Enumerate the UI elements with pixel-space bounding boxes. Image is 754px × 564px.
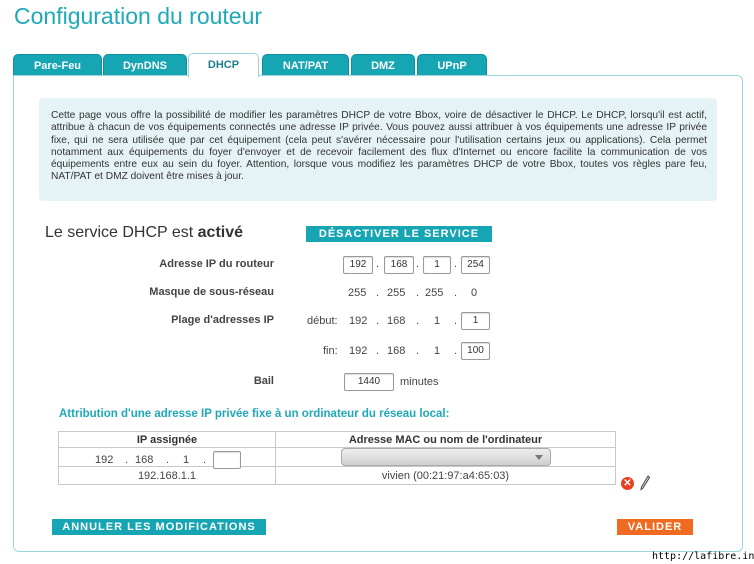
new-ip-octet-3: 1 [183, 454, 190, 466]
new-ip-octet-4-input[interactable] [213, 451, 241, 469]
dot-separator: . [454, 315, 458, 327]
dot-separator: . [416, 287, 420, 299]
assigned-ip-cell: 192.168.1.1 [58, 466, 276, 485]
column-header-mac: Adresse MAC ou nom de l'ordinateur [275, 431, 616, 448]
dot-separator: . [203, 454, 207, 466]
cancel-changes-button[interactable]: ANNULER LES MODIFICATIONS [52, 519, 266, 535]
dot-separator: . [454, 258, 458, 270]
subnet-mask-octet-4: 0 [471, 287, 478, 299]
service-status: Le service DHCP est activé [45, 224, 243, 242]
static-assignment-table: IP assignée Adresse MAC ou nom de l'ordi… [58, 431, 616, 485]
dot-separator: . [166, 454, 170, 466]
lease-input[interactable]: 1440 [344, 373, 394, 391]
dot-separator: . [125, 454, 129, 466]
tab-dyndns[interactable]: DynDNS [103, 54, 187, 76]
new-ip-octet-1: 192 [95, 454, 114, 466]
mac-address-cell: vivien (00:21:97:a4:65:03) [275, 466, 616, 485]
new-assignment-row: 192 . 168 . 1 . [58, 447, 616, 469]
page-title: Configuration du routeur [14, 3, 263, 29]
subnet-mask-label: Masque de sous-réseau [149, 286, 274, 298]
delete-icon[interactable]: ✕ [621, 477, 634, 490]
range-end-octet-4-input[interactable]: 100 [461, 342, 490, 360]
range-start-octet-1: 192 [349, 315, 368, 327]
range-end-octet-2: 168 [387, 345, 406, 357]
range-start-label: début: [307, 315, 338, 327]
dot-separator: . [376, 345, 380, 357]
tab-upnp[interactable]: UPnP [417, 54, 487, 76]
tab-dmz[interactable]: DMZ [351, 54, 415, 76]
range-end-label: fin: [323, 345, 338, 357]
new-ip-octet-2: 168 [135, 454, 154, 466]
tab-pare-feu[interactable]: Pare-Feu [13, 54, 102, 76]
table-header-row: IP assignée Adresse MAC ou nom de l'ordi… [58, 431, 616, 448]
service-status-value: activé [197, 224, 244, 241]
ip-range-label: Plage d'adresses IP [171, 314, 274, 326]
edit-pencil-icon[interactable] [640, 475, 650, 491]
router-ip-octet-1[interactable]: 192 [343, 256, 373, 274]
router-ip-octet-3[interactable]: 1 [423, 256, 451, 274]
dot-separator: . [416, 345, 420, 357]
table-row: 192.168.1.1 vivien (00:21:97:a4:65:03) [58, 466, 616, 485]
range-start-octet-4-input[interactable]: 1 [461, 312, 490, 330]
router-ip-octet-4[interactable]: 254 [461, 256, 490, 274]
range-end-octet-1: 192 [349, 345, 368, 357]
dot-separator: . [376, 315, 380, 327]
lease-unit: minutes [400, 376, 439, 388]
lease-label: Bail [253, 375, 274, 387]
subnet-mask-octet-3: 255 [425, 287, 444, 299]
disable-service-button[interactable]: DÉSACTIVER LE SERVICE [306, 226, 492, 242]
column-header-ip: IP assignée [58, 431, 276, 448]
mac-select-dropdown[interactable] [340, 448, 551, 466]
subnet-mask-octet-2: 255 [387, 287, 406, 299]
range-start-octet-3: 1 [434, 315, 441, 327]
router-ip-label: Adresse IP du routeur [159, 258, 274, 270]
dot-separator: . [454, 287, 458, 299]
dot-separator: . [376, 258, 380, 270]
range-start-octet-2: 168 [387, 315, 406, 327]
info-text: Cette page vous offre la possibilité de … [51, 110, 707, 183]
range-end-octet-3: 1 [434, 345, 441, 357]
dot-separator: . [416, 258, 420, 270]
service-status-prefix: Le service DHCP est [45, 224, 194, 241]
subnet-mask-octet-1: 255 [348, 287, 367, 299]
dot-separator: . [376, 287, 380, 299]
dot-separator: . [416, 315, 420, 327]
watermark-url: http://lafibre.info [652, 551, 754, 562]
tab-dhcp[interactable]: DHCP [188, 53, 259, 78]
validate-button[interactable]: VALIDER [617, 519, 693, 535]
tab-nat-pat[interactable]: NAT/PAT [262, 54, 349, 76]
dot-separator: . [454, 345, 458, 357]
static-assignment-title: Attribution d'une adresse IP privée fixe… [59, 408, 450, 420]
router-ip-octet-2[interactable]: 168 [384, 256, 414, 274]
